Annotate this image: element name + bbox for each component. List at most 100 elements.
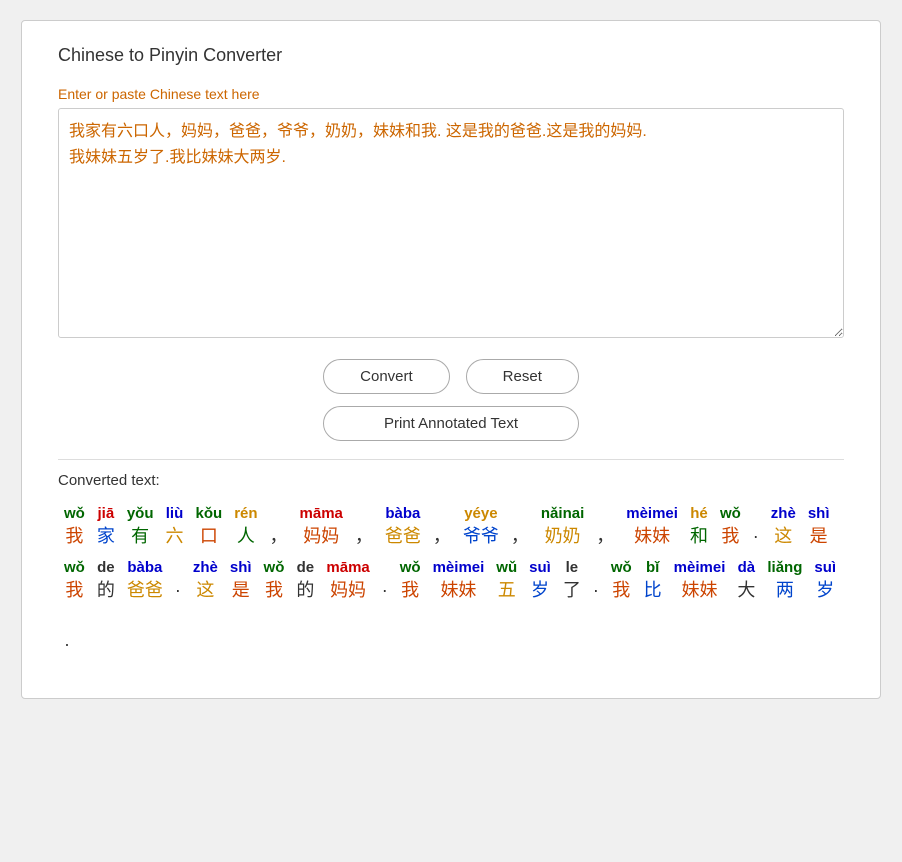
pinyin-text: wǒ [720, 503, 741, 524]
pinyin-text: le [563, 557, 581, 578]
punct-block: · [593, 557, 599, 603]
list-item: wǔ五 [496, 557, 517, 603]
punct-char: ， [511, 524, 529, 549]
hanzi-text: 爷爷 [463, 524, 499, 549]
pinyin-text: zhè [193, 557, 218, 578]
punct-char: · [593, 578, 599, 603]
hanzi-text: 岁 [814, 578, 836, 603]
list-item: mèimei妹妹 [674, 557, 726, 603]
hanzi-text: 妹妹 [626, 524, 678, 549]
pinyin-text: liǎng [767, 557, 802, 578]
hanzi-text: 五 [496, 578, 517, 603]
punct-char: ， [433, 524, 451, 549]
hanzi-text: 六 [166, 524, 184, 549]
hanzi-text: 这 [193, 578, 218, 603]
convert-button[interactable]: Convert [323, 359, 450, 394]
list-item: bàba爸爸 [127, 557, 163, 603]
list-item: māma妈妈 [300, 503, 343, 549]
list-item: suì岁 [529, 557, 551, 603]
hanzi-text: 岁 [529, 578, 551, 603]
pinyin-text: zhè [771, 503, 796, 524]
print-row: Print Annotated Text [58, 406, 844, 441]
input-label: Enter or paste Chinese text here [58, 86, 844, 102]
punct-char: ， [355, 524, 373, 549]
punct-char: ， [270, 524, 288, 549]
punct-block: ， [511, 503, 529, 549]
hanzi-text: 有 [127, 524, 154, 549]
hanzi-text: 是 [230, 578, 252, 603]
hanzi-text: 我 [400, 578, 421, 603]
list-item: nǎinai奶奶 [541, 503, 584, 549]
pinyin-text: mèimei [433, 557, 485, 578]
pinyin-space [64, 611, 70, 632]
pinyin-space [753, 503, 759, 524]
pinyin-text: wǒ [400, 557, 421, 578]
punct-char: · [64, 632, 70, 657]
hanzi-text: 我 [720, 524, 741, 549]
list-item: yéye爷爷 [463, 503, 499, 549]
hanzi-text: 奶奶 [541, 524, 584, 549]
hanzi-text: 妹妹 [674, 578, 726, 603]
list-item: wǒ我 [264, 557, 285, 603]
hanzi-text: 妹妹 [433, 578, 485, 603]
pinyin-text: yǒu [127, 503, 154, 524]
hanzi-text: 我 [611, 578, 632, 603]
pinyin-text: māma [300, 503, 343, 524]
pinyin-text: suì [814, 557, 836, 578]
pinyin-space [355, 503, 373, 524]
pinyin-text: wǒ [64, 503, 85, 524]
list-item: suì岁 [814, 557, 836, 603]
hanzi-text: 我 [264, 578, 285, 603]
list-item: zhè这 [771, 503, 796, 549]
hanzi-text: 了 [563, 578, 581, 603]
list-item: liù六 [166, 503, 184, 549]
list-item: kǒu口 [196, 503, 223, 549]
page-title: Chinese to Pinyin Converter [58, 45, 844, 66]
punct-char: ， [596, 524, 614, 549]
list-item: shì是 [230, 557, 252, 603]
print-button[interactable]: Print Annotated Text [323, 406, 579, 441]
punct-char: · [382, 578, 388, 603]
punct-block: ， [270, 503, 288, 549]
hanzi-text: 我 [64, 524, 85, 549]
pinyin-text: wǔ [496, 557, 517, 578]
word-blocks-container: wǒ我jiā家yǒu有liù六kǒu口rén人 ，māma妈妈 ，bàba爸爸 … [58, 499, 844, 662]
pinyin-text: shì [230, 557, 252, 578]
hanzi-text: 和 [690, 524, 708, 549]
hanzi-text: 爸爸 [127, 578, 163, 603]
list-item: rén人 [234, 503, 257, 549]
pinyin-space [593, 557, 599, 578]
pinyin-text: hé [690, 503, 708, 524]
pinyin-text: shì [808, 503, 830, 524]
action-buttons: Convert Reset [58, 359, 844, 394]
pinyin-text: wǒ [264, 557, 285, 578]
pinyin-text: de [296, 557, 314, 578]
hanzi-text: 是 [808, 524, 830, 549]
punct-block: ， [433, 503, 451, 549]
list-item: shì是 [808, 503, 830, 549]
main-card: Chinese to Pinyin Converter Enter or pas… [21, 20, 881, 699]
pinyin-text: kǒu [196, 503, 223, 524]
reset-button[interactable]: Reset [466, 359, 579, 394]
list-item: bàba爸爸 [385, 503, 421, 549]
pinyin-text: yéye [463, 503, 499, 524]
converted-label: Converted text: [58, 459, 844, 489]
hanzi-text: 我 [64, 578, 85, 603]
pinyin-text: mèimei [626, 503, 678, 524]
pinyin-text: wǒ [611, 557, 632, 578]
pinyin-text: liù [166, 503, 184, 524]
pinyin-text: rén [234, 503, 257, 524]
punct-block: ， [355, 503, 373, 549]
pinyin-text: bàba [385, 503, 421, 524]
punct-char: · [753, 524, 759, 549]
chinese-text-input[interactable]: 我家有六口人，妈妈，爸爸，爷爷，奶奶，妹妹和我. 这是我的爸爸.这是我的妈妈. … [58, 108, 844, 338]
pinyin-text: wǒ [64, 557, 85, 578]
list-item: bǐ比 [644, 557, 662, 603]
hanzi-text: 大 [737, 578, 755, 603]
pinyin-space [596, 503, 614, 524]
hanzi-text: 人 [234, 524, 257, 549]
pinyin-space [382, 557, 388, 578]
punct-block: ， [596, 503, 614, 549]
pinyin-space [270, 503, 288, 524]
punct-block: · [175, 557, 181, 603]
